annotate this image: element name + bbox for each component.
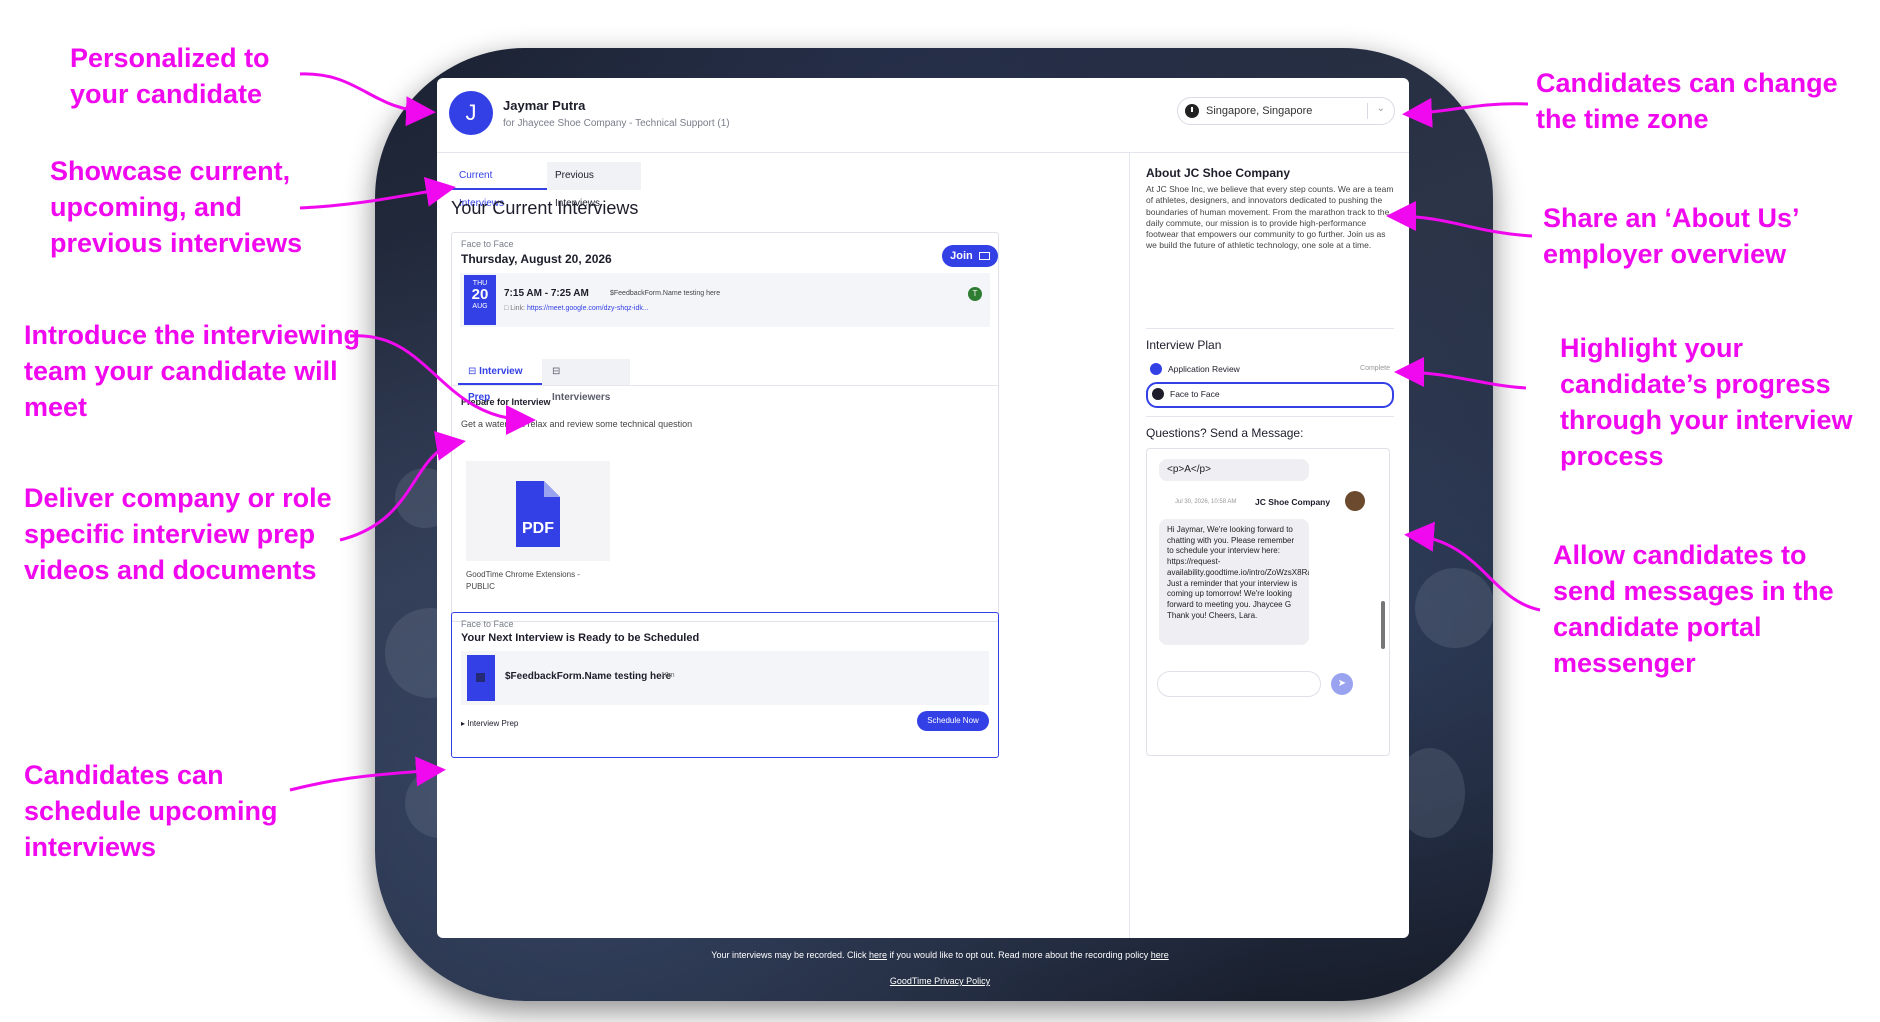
- annotation-schedule: Candidates can schedule upcoming intervi…: [24, 760, 278, 862]
- calendar-badge: [467, 655, 495, 701]
- privacy-row: GoodTime Privacy Policy: [0, 976, 1880, 986]
- date-month: AUG: [472, 303, 488, 310]
- calendar-icon: [476, 673, 485, 682]
- candidate-avatar: J: [449, 91, 493, 135]
- divider: [1146, 416, 1394, 417]
- date-badge: THU 20 AUG: [464, 275, 496, 325]
- current-interview-card: Face to Face Thursday, August 20, 2026 J…: [451, 232, 999, 622]
- interview-date: Thursday, August 20, 2026: [461, 252, 612, 266]
- prep-title: Prepare for Interview: [461, 397, 551, 407]
- about-title: About JC Shoe Company: [1146, 166, 1291, 180]
- timezone-select[interactable]: Singapore, Singapore ⌄: [1177, 97, 1395, 125]
- privacy-policy-link[interactable]: GoodTime Privacy Policy: [890, 976, 990, 986]
- next-interview-name: $FeedbackForm.Name testing here: [505, 671, 672, 682]
- company-avatar: [1345, 491, 1365, 511]
- interview-slot: THU 20 AUG 7:15 AM - 7:25 AM $FeedbackFo…: [460, 273, 990, 327]
- message-timestamp: Jul 30, 2026, 10:58 AM: [1175, 499, 1237, 505]
- plan-step-1: Application Review Complete: [1146, 360, 1394, 378]
- message-bubble: <p>A</p>: [1159, 459, 1309, 481]
- next-interview-type: Face to Face: [461, 619, 514, 629]
- message-input[interactable]: [1157, 671, 1321, 697]
- join-label: Join: [950, 250, 973, 262]
- tab-current-interviews[interactable]: Current Interviews: [451, 162, 547, 209]
- divider: [1146, 328, 1394, 329]
- interview-time: 7:15 AM - 7:25 AM: [504, 288, 589, 299]
- prep-icon: ⊟: [468, 366, 477, 377]
- recording-policy-link[interactable]: here: [1151, 950, 1169, 960]
- portal-header: J Jaymar Putra for Jhaycee Shoe Company …: [437, 78, 1409, 153]
- tab-interview-prep[interactable]: ⊟ Interview Prep: [458, 359, 542, 403]
- svg-text:PDF: PDF: [522, 520, 554, 537]
- plan-step-label: Face to Face: [1170, 389, 1220, 399]
- interviewer-avatar: T: [968, 287, 982, 301]
- schedule-now-button[interactable]: Schedule Now: [917, 711, 989, 731]
- message-bubble: Hi Jaymar, We're looking forward to chat…: [1159, 519, 1309, 645]
- prep-text: Get a water and relax and review some te…: [461, 419, 693, 429]
- clock-icon: [1185, 104, 1199, 118]
- join-button[interactable]: Join: [942, 245, 998, 267]
- video-camera-icon: [978, 252, 990, 261]
- annotation-personalized: Personalized to your candidate: [70, 43, 270, 109]
- select-divider: [1367, 103, 1368, 119]
- plan-step-label: Application Review: [1168, 364, 1240, 374]
- pdf-icon: PDF: [516, 481, 560, 547]
- plan-title: Interview Plan: [1146, 338, 1222, 352]
- plan-step-status: Complete: [1360, 365, 1390, 372]
- next-interview-card: Face to Face Your Next Interview is Read…: [451, 612, 999, 758]
- scrollbar[interactable]: [1381, 451, 1385, 651]
- date-day: 20: [471, 286, 489, 303]
- interview-prep-toggle-label: Interview Prep: [467, 719, 519, 728]
- interviewers-icon: ⊟: [552, 366, 561, 377]
- interview-prep-toggle[interactable]: ▸ Interview Prep: [461, 719, 518, 728]
- pdf-document-tile[interactable]: PDF: [466, 461, 610, 561]
- interviewer-name: $FeedbackForm.Name testing here: [610, 290, 721, 297]
- annotation-deliver: Deliver company or role specific intervi…: [24, 483, 332, 585]
- messenger: <p>A</p> Jul 30, 2026, 10:58 AM JC Shoe …: [1146, 448, 1390, 756]
- link-label: Link:: [510, 305, 525, 312]
- current-step-icon: [1152, 388, 1164, 400]
- opt-out-link[interactable]: here: [869, 950, 887, 960]
- tab-interviewers-label: Interviewers: [552, 392, 611, 403]
- plan-step-2: Face to Face: [1146, 382, 1394, 408]
- annotation-introduce: Introduce the interviewing team your can…: [24, 320, 361, 422]
- timezone-value: Singapore, Singapore: [1206, 105, 1313, 117]
- recording-text: Your interviews may be recorded. Click: [711, 950, 867, 960]
- meeting-link[interactable]: https://meet.google.com/dzy-shqz-idk...: [527, 305, 649, 312]
- check-icon: [1150, 363, 1162, 375]
- next-interview-duration: 10m: [661, 672, 675, 679]
- chevron-right-icon: ▸: [461, 719, 466, 728]
- about-text: At JC Shoe Inc, we believe that every st…: [1146, 184, 1394, 251]
- document-name[interactable]: GoodTime Chrome Extensions - PUBLIC: [466, 569, 606, 593]
- annotation-progress: Highlight your candidate’s progress thro…: [1560, 333, 1853, 471]
- tab-previous-interviews[interactable]: Previous Interviews: [547, 162, 641, 209]
- sidebar: About JC Shoe Company At JC Shoe Inc, we…: [1129, 152, 1409, 938]
- annotation-timezone: Candidates can change the time zone: [1536, 68, 1838, 134]
- candidate-role: for Jhaycee Shoe Company - Technical Sup…: [503, 118, 730, 129]
- recording-text-2: if you would like to opt out. Read more …: [889, 950, 1149, 960]
- messages-title: Questions? Send a Message:: [1146, 426, 1304, 440]
- annotation-messages: Allow candidates to send messages in the…: [1553, 540, 1834, 678]
- annotation-about: Share an ‘About Us’ employer overview: [1543, 203, 1799, 269]
- annotation-showcase: Showcase current, upcoming, and previous…: [50, 156, 303, 258]
- message-sender: JC Shoe Company: [1255, 497, 1331, 507]
- candidate-name: Jaymar Putra: [503, 98, 586, 113]
- video-icon: □: [504, 305, 509, 312]
- next-interview-title: Your Next Interview is Ready to be Sched…: [461, 632, 700, 644]
- recording-notice: Your interviews may be recorded. Click h…: [0, 950, 1880, 960]
- divider: [452, 385, 998, 386]
- candidate-portal-window: J Jaymar Putra for Jhaycee Shoe Company …: [437, 78, 1409, 938]
- next-interview-slot: $FeedbackForm.Name testing here 10m: [461, 651, 989, 705]
- tab-interviewers[interactable]: ⊟ Interviewers: [542, 359, 630, 403]
- chevron-down-icon[interactable]: ⌄: [1377, 103, 1385, 114]
- interview-type: Face to Face: [461, 239, 514, 249]
- meeting-link-row: □ Link: https://meet.google.com/dzy-shqz…: [504, 305, 649, 312]
- current-interviews-title: Your Current Interviews: [451, 198, 639, 218]
- send-button[interactable]: ➤: [1331, 673, 1353, 695]
